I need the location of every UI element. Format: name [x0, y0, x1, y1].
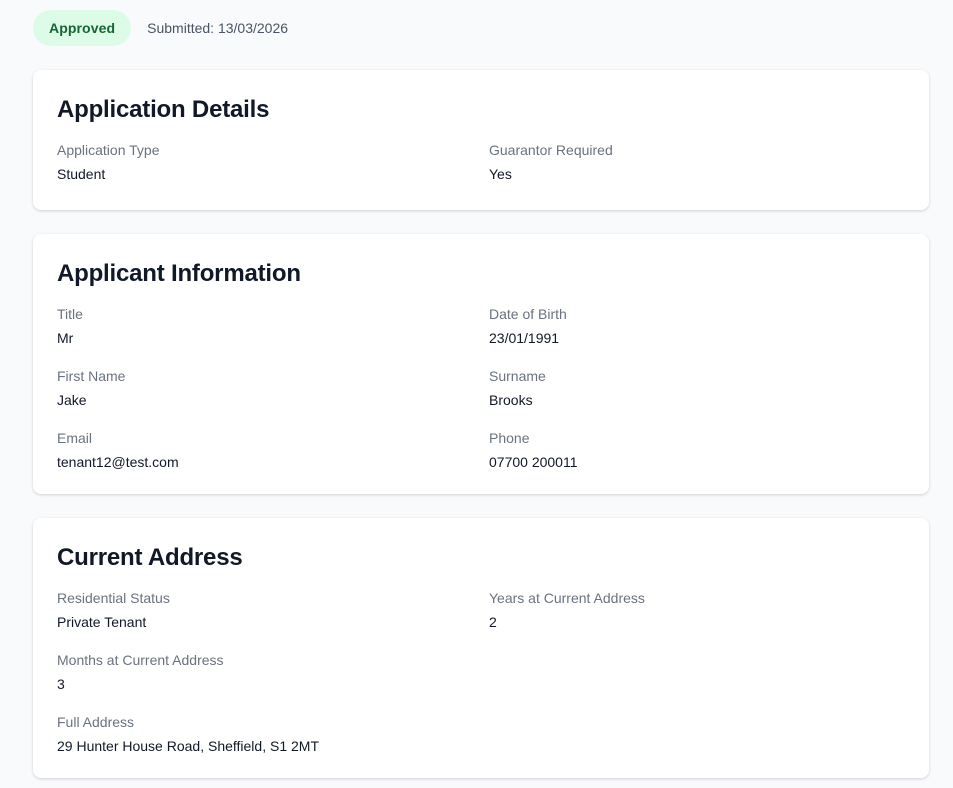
- field-value: Brooks: [489, 392, 533, 408]
- field-value: Jake: [57, 392, 87, 408]
- field-label: Phone: [489, 430, 530, 446]
- field-surname: Surname Brooks: [489, 368, 905, 408]
- field-value: tenant12@test.com: [57, 454, 179, 470]
- field-years-at-address: Years at Current Address 2: [489, 590, 905, 630]
- applicant-grid: Title Mr Date of Birth 23/01/1991 First …: [57, 306, 905, 470]
- address-grid: Residential Status Private Tenant Years …: [57, 590, 905, 754]
- field-label: First Name: [57, 368, 126, 384]
- application-details-card: Application Details Application Type Stu…: [33, 70, 929, 210]
- field-value: Yes: [489, 166, 512, 182]
- field-phone: Phone 07700 200011: [489, 430, 905, 470]
- field-application-type: Application Type Student: [57, 142, 489, 182]
- field-label: Full Address: [57, 714, 135, 730]
- field-label: Years at Current Address: [489, 590, 645, 606]
- applicant-information-card: Applicant Information Title Mr Date of B…: [33, 234, 929, 494]
- field-guarantor-required: Guarantor Required Yes: [489, 142, 905, 182]
- section-title: Application Details: [57, 96, 270, 123]
- section-title: Current Address: [57, 544, 243, 571]
- field-residential-status: Residential Status Private Tenant: [57, 590, 489, 630]
- status-bar: Approved Submitted: 13/03/2026: [33, 10, 288, 46]
- field-label: Title: [57, 306, 83, 322]
- field-label: Guarantor Required: [489, 142, 613, 158]
- field-value: Student: [57, 166, 106, 182]
- field-value: 29 Hunter House Road, Sheffield, S1 2MT: [57, 738, 320, 754]
- status-badge: Approved: [33, 10, 132, 46]
- field-value: Private Tenant: [57, 614, 147, 630]
- current-address-card: Current Address Residential Status Priva…: [33, 518, 929, 778]
- field-label: Residential Status: [57, 590, 170, 606]
- field-full-address: Full Address 29 Hunter House Road, Sheff…: [57, 714, 489, 754]
- field-label: Date of Birth: [489, 306, 567, 322]
- field-value: 07700 200011: [489, 454, 578, 470]
- field-value: 23/01/1991: [489, 330, 560, 346]
- field-first-name: First Name Jake: [57, 368, 489, 408]
- section-title: Applicant Information: [57, 260, 301, 287]
- field-months-at-address: Months at Current Address 3: [57, 652, 489, 692]
- field-label: Surname: [489, 368, 546, 384]
- field-title: Title Mr: [57, 306, 489, 346]
- field-email: Email tenant12@test.com: [57, 430, 489, 470]
- submitted-date: Submitted: 13/03/2026: [147, 20, 289, 36]
- field-label: Application Type: [57, 142, 160, 158]
- field-date-of-birth: Date of Birth 23/01/1991: [489, 306, 905, 346]
- field-label: Months at Current Address: [57, 652, 224, 668]
- field-value: Mr: [57, 330, 74, 346]
- field-value: 2: [489, 614, 497, 630]
- details-grid: Application Type Student Guarantor Requi…: [57, 142, 905, 182]
- field-value: 3: [57, 676, 65, 692]
- field-label: Email: [57, 430, 93, 446]
